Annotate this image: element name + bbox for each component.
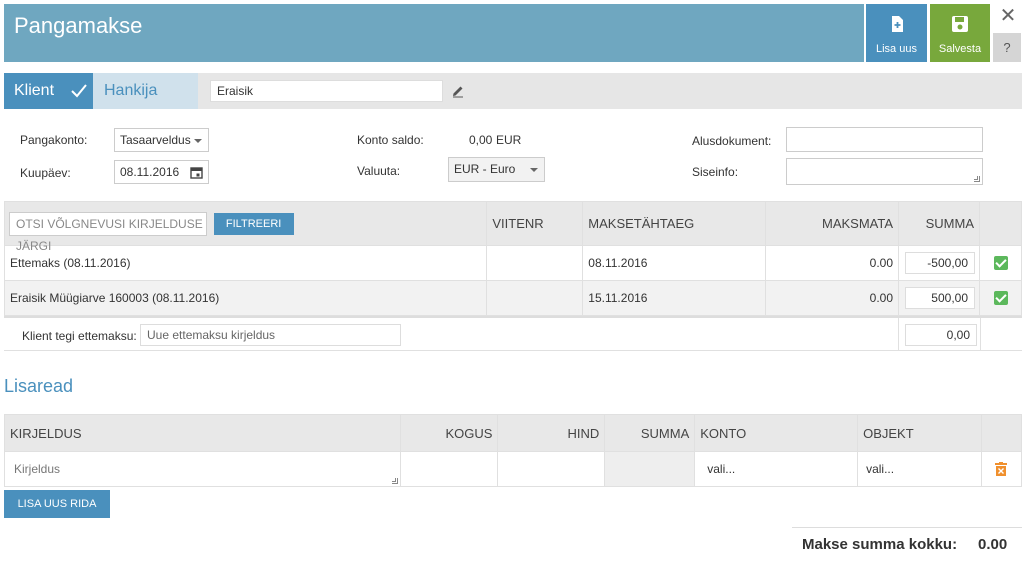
col-maksetahtaeg: MAKSETÄHTAEG [582,201,767,246]
save-button[interactable]: Salvesta [930,4,990,62]
prepay-label: Klient tegi ettemaksu: [22,329,137,343]
debt-viitenr [486,280,584,316]
debt-due: 08.11.2016 [582,245,767,281]
extra-objekt-select[interactable]: vali... [857,451,982,487]
konto-saldo-label: Konto saldo: [357,133,424,147]
col-kirjeldus: KIRJELDUS [4,414,401,452]
pencil-icon[interactable] [451,84,465,98]
col-actions [980,414,1023,452]
col-summa: SUMMA [604,414,696,452]
extra-konto-select[interactable]: vali... [694,451,859,487]
alusdokument-label: Alusdokument: [692,134,772,148]
pangakonto-select[interactable]: Tasaarveldus [114,128,209,152]
divider [898,318,899,351]
col-maksmata: MAKSMATA [765,201,900,246]
checkmark-icon [71,84,87,98]
calendar-icon[interactable] [190,166,203,179]
debt-search-input[interactable]: Otsi võlgnevusi kirjelduse järgi [9,211,207,253]
col-viitenr: VIITENR [486,201,584,246]
debt-due: 15.11.2016 [582,280,767,316]
resize-handle-icon[interactable] [391,478,398,484]
kuupaev-field[interactable]: 08.11.2016 [114,160,209,184]
add-new-button[interactable]: Lisa uus [866,4,927,62]
total-label: Makse summa kokku: [802,536,958,553]
debts-table: Otsi võlgnevusi kirjelduse järgi FILTREE… [3,201,1022,316]
floppy-disk-icon [952,16,968,32]
search-cell: Otsi võlgnevusi kirjelduse järgi FILTREE… [3,201,488,253]
prepay-amount-input[interactable]: 0,00 [905,324,977,346]
extra-rows-table: KIRJELDUS KOGUS HIND SUMMA KONTO OBJEKT … [4,414,1023,487]
extra-delete-cell [980,451,1023,487]
debt-amount-cell: -500,00 [898,245,980,281]
debt-viitenr [486,245,584,281]
konto-saldo-currency: EUR [496,133,522,147]
debt-amount-input[interactable]: 500,00 [905,287,975,309]
extra-table-header: KIRJELDUS KOGUS HIND SUMMA KONTO OBJEKT [4,414,1023,452]
page-title: Pangamakse [14,13,143,38]
extra-hind-input[interactable] [497,451,606,487]
kuupaev-value: 08.11.2016 [120,165,180,179]
prepayment-row: Klient tegi ettemaksu: Uue ettemaksu kir… [4,316,1022,351]
tab-hankija[interactable]: Hankija [93,73,198,109]
checkbox-checked-icon[interactable] [993,291,1008,306]
kuupaev-label: Kuupäev: [20,166,71,180]
trash-icon[interactable] [995,462,1008,477]
col-objekt: OBJEKT [857,414,982,452]
siseinfo-label: Siseinfo: [692,165,739,179]
col-select [979,201,1022,246]
debt-unpaid: 0.00 [765,245,900,281]
table-row: Kirjeldus vali... vali... [4,451,1023,487]
extra-desc-textarea[interactable]: Kirjeldus [4,451,401,487]
debt-check-cell [979,245,1022,281]
debts-table-header: Otsi võlgnevusi kirjelduse järgi FILTREE… [3,201,1022,253]
tab-klient[interactable]: Klient [4,73,93,109]
resize-handle-icon[interactable] [974,176,980,182]
add-new-label: Lisa uus [876,43,917,55]
close-icon[interactable]: ✕ [998,5,1018,27]
divider [792,527,1022,528]
col-konto: KONTO [694,414,859,452]
chevron-down-icon [530,168,538,172]
debt-unpaid: 0.00 [765,280,900,316]
extra-kogus-input[interactable] [399,451,499,487]
section-title-lisaread: Lisaread [4,376,74,396]
valuuta-label: Valuuta: [357,164,401,178]
debt-amount-input[interactable]: -500,00 [905,252,975,274]
siseinfo-textarea[interactable] [786,158,983,185]
pangakonto-value: Tasaarveldus [120,133,191,147]
chevron-down-icon [194,139,202,143]
table-row: Eraisik Müügiarve 160003 (08.11.2016) 15… [3,280,1022,316]
extra-summa-cell [604,451,696,487]
debt-amount-cell: 500,00 [898,280,980,316]
table-row: Ettemaks (08.11.2016) 08.11.2016 0.00 -5… [3,245,1022,281]
konto-saldo-value: 0,00 [469,133,493,147]
checkbox-checked-icon[interactable] [993,256,1008,271]
valuuta-select[interactable]: EUR - Euro [448,157,545,182]
col-summa: SUMMA [898,201,980,246]
add-row-button[interactable]: LISA UUS RIDA [4,490,110,518]
pangakonto-label: Pangakonto: [20,133,88,147]
partner-name-field[interactable]: Eraisik [210,80,443,102]
extra-desc-placeholder: Kirjeldus [14,462,61,476]
valuuta-value: EUR - Euro [454,162,516,176]
debt-desc: Eraisik Müügiarve 160003 (08.11.2016) [3,280,488,316]
debt-desc: Ettemaks (08.11.2016) [3,245,488,281]
debt-check-cell [979,280,1022,316]
col-kogus: KOGUS [399,414,499,452]
tab-klient-label: Klient [14,82,55,99]
add-document-icon [891,16,903,32]
prepay-desc-input[interactable]: Uue ettemaksu kirjeldus [140,324,401,346]
page-header: Pangamakse [4,4,864,62]
divider [980,318,981,351]
total-value: 0.00 [978,536,1008,553]
partner-type-bar: Klient Hankija Eraisik [4,73,1022,109]
alusdokument-input[interactable] [786,127,983,152]
filter-button[interactable]: FILTREERI [213,212,294,235]
save-label: Salvesta [938,43,982,55]
col-hind: HIND [497,414,606,452]
help-button[interactable]: ? [993,33,1021,62]
